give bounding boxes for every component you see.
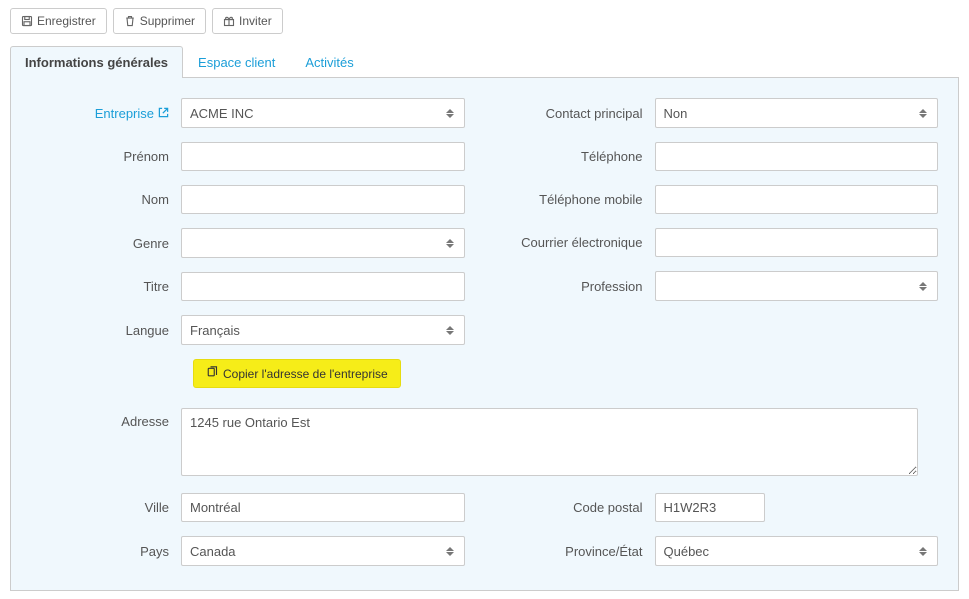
tab-client-space[interactable]: Espace client: [183, 46, 290, 78]
sort-icon: [919, 544, 929, 558]
postal-label: Code postal: [505, 500, 655, 515]
gender-label: Genre: [31, 236, 181, 251]
postal-input[interactable]: [655, 493, 765, 522]
language-select-value: Français: [190, 323, 240, 338]
profession-label: Profession: [505, 279, 655, 294]
panel-general: Entreprise ACME INC Prénom Nom Genre: [10, 78, 959, 591]
gender-select[interactable]: [181, 228, 465, 258]
email-label: Courrier électronique: [505, 235, 655, 250]
tab-client-space-label: Espace client: [198, 55, 275, 70]
sort-icon: [446, 236, 456, 250]
country-value: Canada: [190, 544, 236, 559]
tab-bar: Informations générales Espace client Act…: [10, 46, 959, 78]
sort-icon: [919, 106, 929, 120]
gift-icon: [223, 15, 235, 27]
copy-company-address-button[interactable]: Copier l'adresse de l'entreprise: [193, 359, 401, 388]
language-label: Langue: [31, 323, 181, 338]
sort-icon: [446, 544, 456, 558]
invite-button-label: Inviter: [239, 14, 272, 28]
title-label: Titre: [31, 279, 181, 294]
province-value: Québec: [664, 544, 710, 559]
delete-button[interactable]: Supprimer: [113, 8, 206, 34]
email-input[interactable]: [655, 228, 939, 257]
save-button-label: Enregistrer: [37, 14, 96, 28]
tab-general-label: Informations générales: [25, 55, 168, 70]
company-select[interactable]: ACME INC: [181, 98, 465, 128]
city-input[interactable]: [181, 493, 465, 522]
external-link-icon: [158, 106, 169, 121]
main-contact-label: Contact principal: [505, 106, 655, 121]
province-label: Province/État: [505, 544, 655, 559]
phone-label: Téléphone: [505, 149, 655, 164]
company-label: Entreprise: [95, 106, 154, 121]
invite-button[interactable]: Inviter: [212, 8, 283, 34]
address-textarea[interactable]: [181, 408, 918, 476]
province-select[interactable]: Québec: [655, 536, 939, 566]
sort-icon: [446, 106, 456, 120]
address-label: Adresse: [31, 408, 181, 429]
mobile-input[interactable]: [655, 185, 939, 214]
company-select-value: ACME INC: [190, 106, 254, 121]
firstname-input[interactable]: [181, 142, 465, 171]
lastname-label: Nom: [31, 192, 181, 207]
delete-button-label: Supprimer: [140, 14, 195, 28]
lastname-input[interactable]: [181, 185, 465, 214]
company-link[interactable]: Entreprise: [31, 106, 169, 121]
tab-activities[interactable]: Activités: [290, 46, 368, 78]
tab-general[interactable]: Informations générales: [10, 46, 183, 78]
country-select[interactable]: Canada: [181, 536, 465, 566]
trash-icon: [124, 15, 136, 27]
city-label: Ville: [31, 500, 181, 515]
toolbar: Enregistrer Supprimer Inviter: [10, 8, 959, 34]
copy-icon: [206, 366, 218, 381]
save-button[interactable]: Enregistrer: [10, 8, 107, 34]
tab-activities-label: Activités: [305, 55, 353, 70]
country-label: Pays: [31, 544, 181, 559]
main-contact-select[interactable]: Non: [655, 98, 939, 128]
sort-icon: [919, 279, 929, 293]
title-input[interactable]: [181, 272, 465, 301]
mobile-label: Téléphone mobile: [505, 192, 655, 207]
copy-address-label: Copier l'adresse de l'entreprise: [223, 367, 388, 381]
sort-icon: [446, 323, 456, 337]
save-icon: [21, 15, 33, 27]
profession-select[interactable]: [655, 271, 939, 301]
phone-input[interactable]: [655, 142, 939, 171]
language-select[interactable]: Français: [181, 315, 465, 345]
main-contact-value: Non: [664, 106, 688, 121]
firstname-label: Prénom: [31, 149, 181, 164]
